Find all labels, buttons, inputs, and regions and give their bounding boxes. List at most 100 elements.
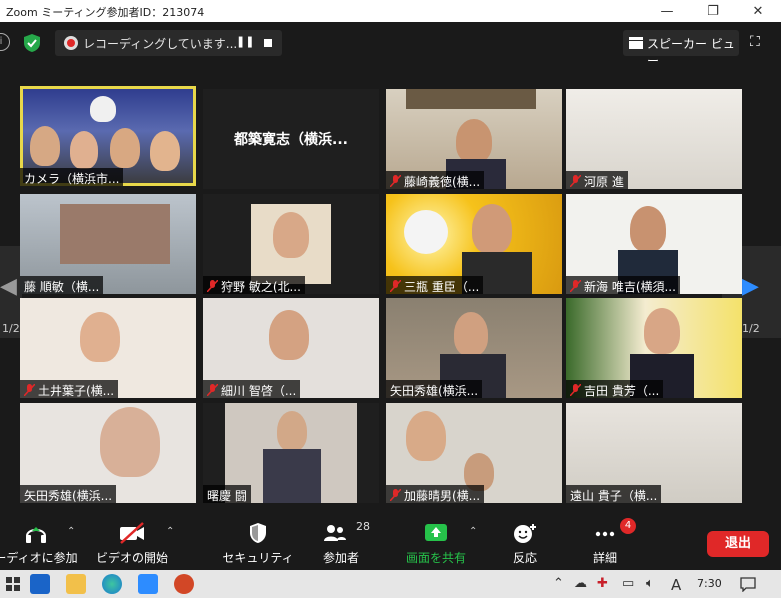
ceiling-beam <box>406 89 536 109</box>
more-notification-badge: 4 <box>620 518 636 534</box>
participant-name: 狩野 敏之(北... <box>221 279 301 294</box>
person-face <box>30 126 60 166</box>
security-label: セキュリティ <box>222 551 294 565</box>
battery-icon[interactable]: ▭ <box>622 576 634 591</box>
video-tile-4[interactable]: 河原 進 <box>566 89 742 189</box>
right-page-number: 1/2 <box>742 322 760 335</box>
taskbar-clock[interactable]: 7:30 <box>697 577 722 590</box>
speaker-view-button[interactable]: スピーカー ビュー <box>623 30 739 68</box>
leave-meeting-button[interactable]: 退出 <box>707 531 769 557</box>
volume-icon[interactable]: 🔈︎ <box>646 576 654 591</box>
hand-thumbs-up <box>406 411 446 461</box>
participants-count: 28 <box>356 520 370 533</box>
video-tile-5[interactable]: 藤 順敏（横... <box>20 194 196 294</box>
reactions-button[interactable]: 反応 <box>500 514 550 570</box>
restore-button[interactable]: ❐ <box>690 0 736 22</box>
video-tile-7[interactable]: 三瓶 重臣（... <box>386 194 562 294</box>
person-face <box>110 128 140 168</box>
emoji-reaction-icon <box>514 524 536 543</box>
security-shield-icon <box>250 523 266 543</box>
outlook-icon[interactable] <box>30 574 50 594</box>
video-tile-1[interactable]: カメラ（横浜市... <box>20 86 196 186</box>
person-face <box>472 204 512 254</box>
video-tile-3[interactable]: 藤崎義徳(横... <box>386 89 562 189</box>
video-tile-6[interactable]: 狩野 敏之(北... <box>203 194 379 294</box>
security-button[interactable]: セキュリティ <box>222 514 294 570</box>
recording-icon <box>64 36 78 50</box>
video-tile-10[interactable]: 細川 智啓（... <box>203 298 379 398</box>
person-suit <box>263 449 321 503</box>
participant-name: 河原 進 <box>584 174 624 189</box>
video-off-icon <box>120 522 144 544</box>
powerpoint-icon[interactable] <box>174 574 194 594</box>
info-icon[interactable]: i <box>0 33 10 51</box>
person-face <box>454 312 488 356</box>
participant-name-bar: 新海 唯吉(横須... <box>566 276 680 294</box>
participant-name: 細川 智啓（... <box>221 383 297 398</box>
join-audio-label: ーディオに参加 <box>0 551 78 565</box>
person-face <box>277 411 307 451</box>
recording-indicator: レコーディングしています... ❚❚ <box>55 30 282 56</box>
participant-name: 加藤晴男(横... <box>404 488 481 503</box>
security-app-icon[interactable]: ✚ <box>597 576 608 591</box>
mic-muted-icon <box>390 280 401 292</box>
video-tile-8[interactable]: 新海 唯吉(横須... <box>566 194 742 294</box>
minimize-button[interactable]: — <box>644 0 690 22</box>
recording-label: レコーディングしています... <box>83 37 238 51</box>
video-tile-15[interactable]: 加藤晴男(横... <box>386 403 562 503</box>
ime-indicator[interactable]: A <box>671 576 681 594</box>
notifications-icon[interactable] <box>740 576 756 592</box>
audio-options-caret[interactable]: ⌃ <box>67 526 75 537</box>
emblem-logo <box>404 210 448 254</box>
video-tile-13[interactable]: 矢田秀雄(横浜... <box>20 403 196 503</box>
windows-start-icon[interactable] <box>6 577 20 591</box>
windows-taskbar: ⌃ ☁ ✚ ▭ 🔈︎ A 7:30 <box>0 570 781 598</box>
video-tile-12[interactable]: 吉田 貴芳（... <box>566 298 742 398</box>
building-background <box>60 204 170 264</box>
share-screen-button[interactable]: 画面を共有 <box>398 514 474 570</box>
participant-name-bar: 矢田秀雄(横浜... <box>20 485 117 503</box>
video-tile-2[interactable]: 都築寛志（横浜... <box>203 89 379 189</box>
video-tile-16[interactable]: 遠山 貴子（横... <box>566 403 742 503</box>
show-hidden-icons-caret[interactable]: ⌃ <box>553 576 564 591</box>
encryption-shield-icon[interactable] <box>22 33 42 53</box>
participants-icon <box>324 525 346 541</box>
stop-recording-button[interactable] <box>264 39 272 47</box>
zoom-app-icon[interactable] <box>138 574 158 594</box>
participant-name-bar: 矢田秀雄(横浜... <box>386 380 483 398</box>
video-options-caret[interactable]: ⌃ <box>166 526 174 537</box>
mic-muted-icon <box>390 175 401 187</box>
mic-muted-icon <box>24 384 35 396</box>
participant-name: 矢田秀雄(横浜... <box>390 383 479 398</box>
participant-name: 曙慶 闘 <box>207 488 247 503</box>
video-tile-9[interactable]: 土井葉子(横... <box>20 298 196 398</box>
video-tile-11[interactable]: 矢田秀雄(横浜... <box>386 298 562 398</box>
share-screen-icon <box>425 524 447 541</box>
fullscreen-icon[interactable]: ⛶ <box>750 34 760 50</box>
emblem-flag <box>90 96 116 122</box>
reactions-label: 反応 <box>512 551 537 565</box>
onedrive-cloud-icon[interactable]: ☁ <box>574 576 587 591</box>
person-face <box>456 119 492 163</box>
pause-recording-button[interactable]: ❚❚ <box>236 35 254 48</box>
share-options-caret[interactable]: ⌃ <box>469 526 477 537</box>
meeting-toolbar: ーディオに参加 ⌃ ビデオの開始 ⌃ セキュリティ 28 参加者 画面を共有 ⌃… <box>0 514 781 570</box>
participant-name-bar: 藤 順敏（横... <box>20 276 104 294</box>
participants-button[interactable]: 28 参加者 <box>306 514 376 570</box>
more-label: 詳細 <box>592 551 617 565</box>
left-page-number: 1/2 <box>2 322 20 335</box>
close-window-button[interactable]: ✕ <box>735 0 781 22</box>
start-video-button[interactable]: ビデオの開始 <box>92 514 172 570</box>
mic-muted-icon <box>570 280 581 292</box>
participant-name-bar: 土井葉子(横... <box>20 380 119 398</box>
edge-browser-icon[interactable] <box>102 574 122 594</box>
join-audio-button[interactable]: ーディオに参加 <box>0 514 82 570</box>
participant-name-bar: 遠山 貴子（横... <box>566 485 662 503</box>
more-button[interactable]: 4 詳細 <box>578 514 636 570</box>
participant-name: 新海 唯吉(横須... <box>584 279 676 294</box>
window-titlebar: Zoom ミーティング参加者ID：213074 — ❐ ✕ <box>0 0 781 22</box>
participant-name-bar: 曙慶 闘 <box>203 485 251 503</box>
video-tile-14[interactable]: 曙慶 闘 <box>203 403 379 503</box>
file-explorer-icon[interactable] <box>66 574 86 594</box>
person-face <box>100 407 160 477</box>
